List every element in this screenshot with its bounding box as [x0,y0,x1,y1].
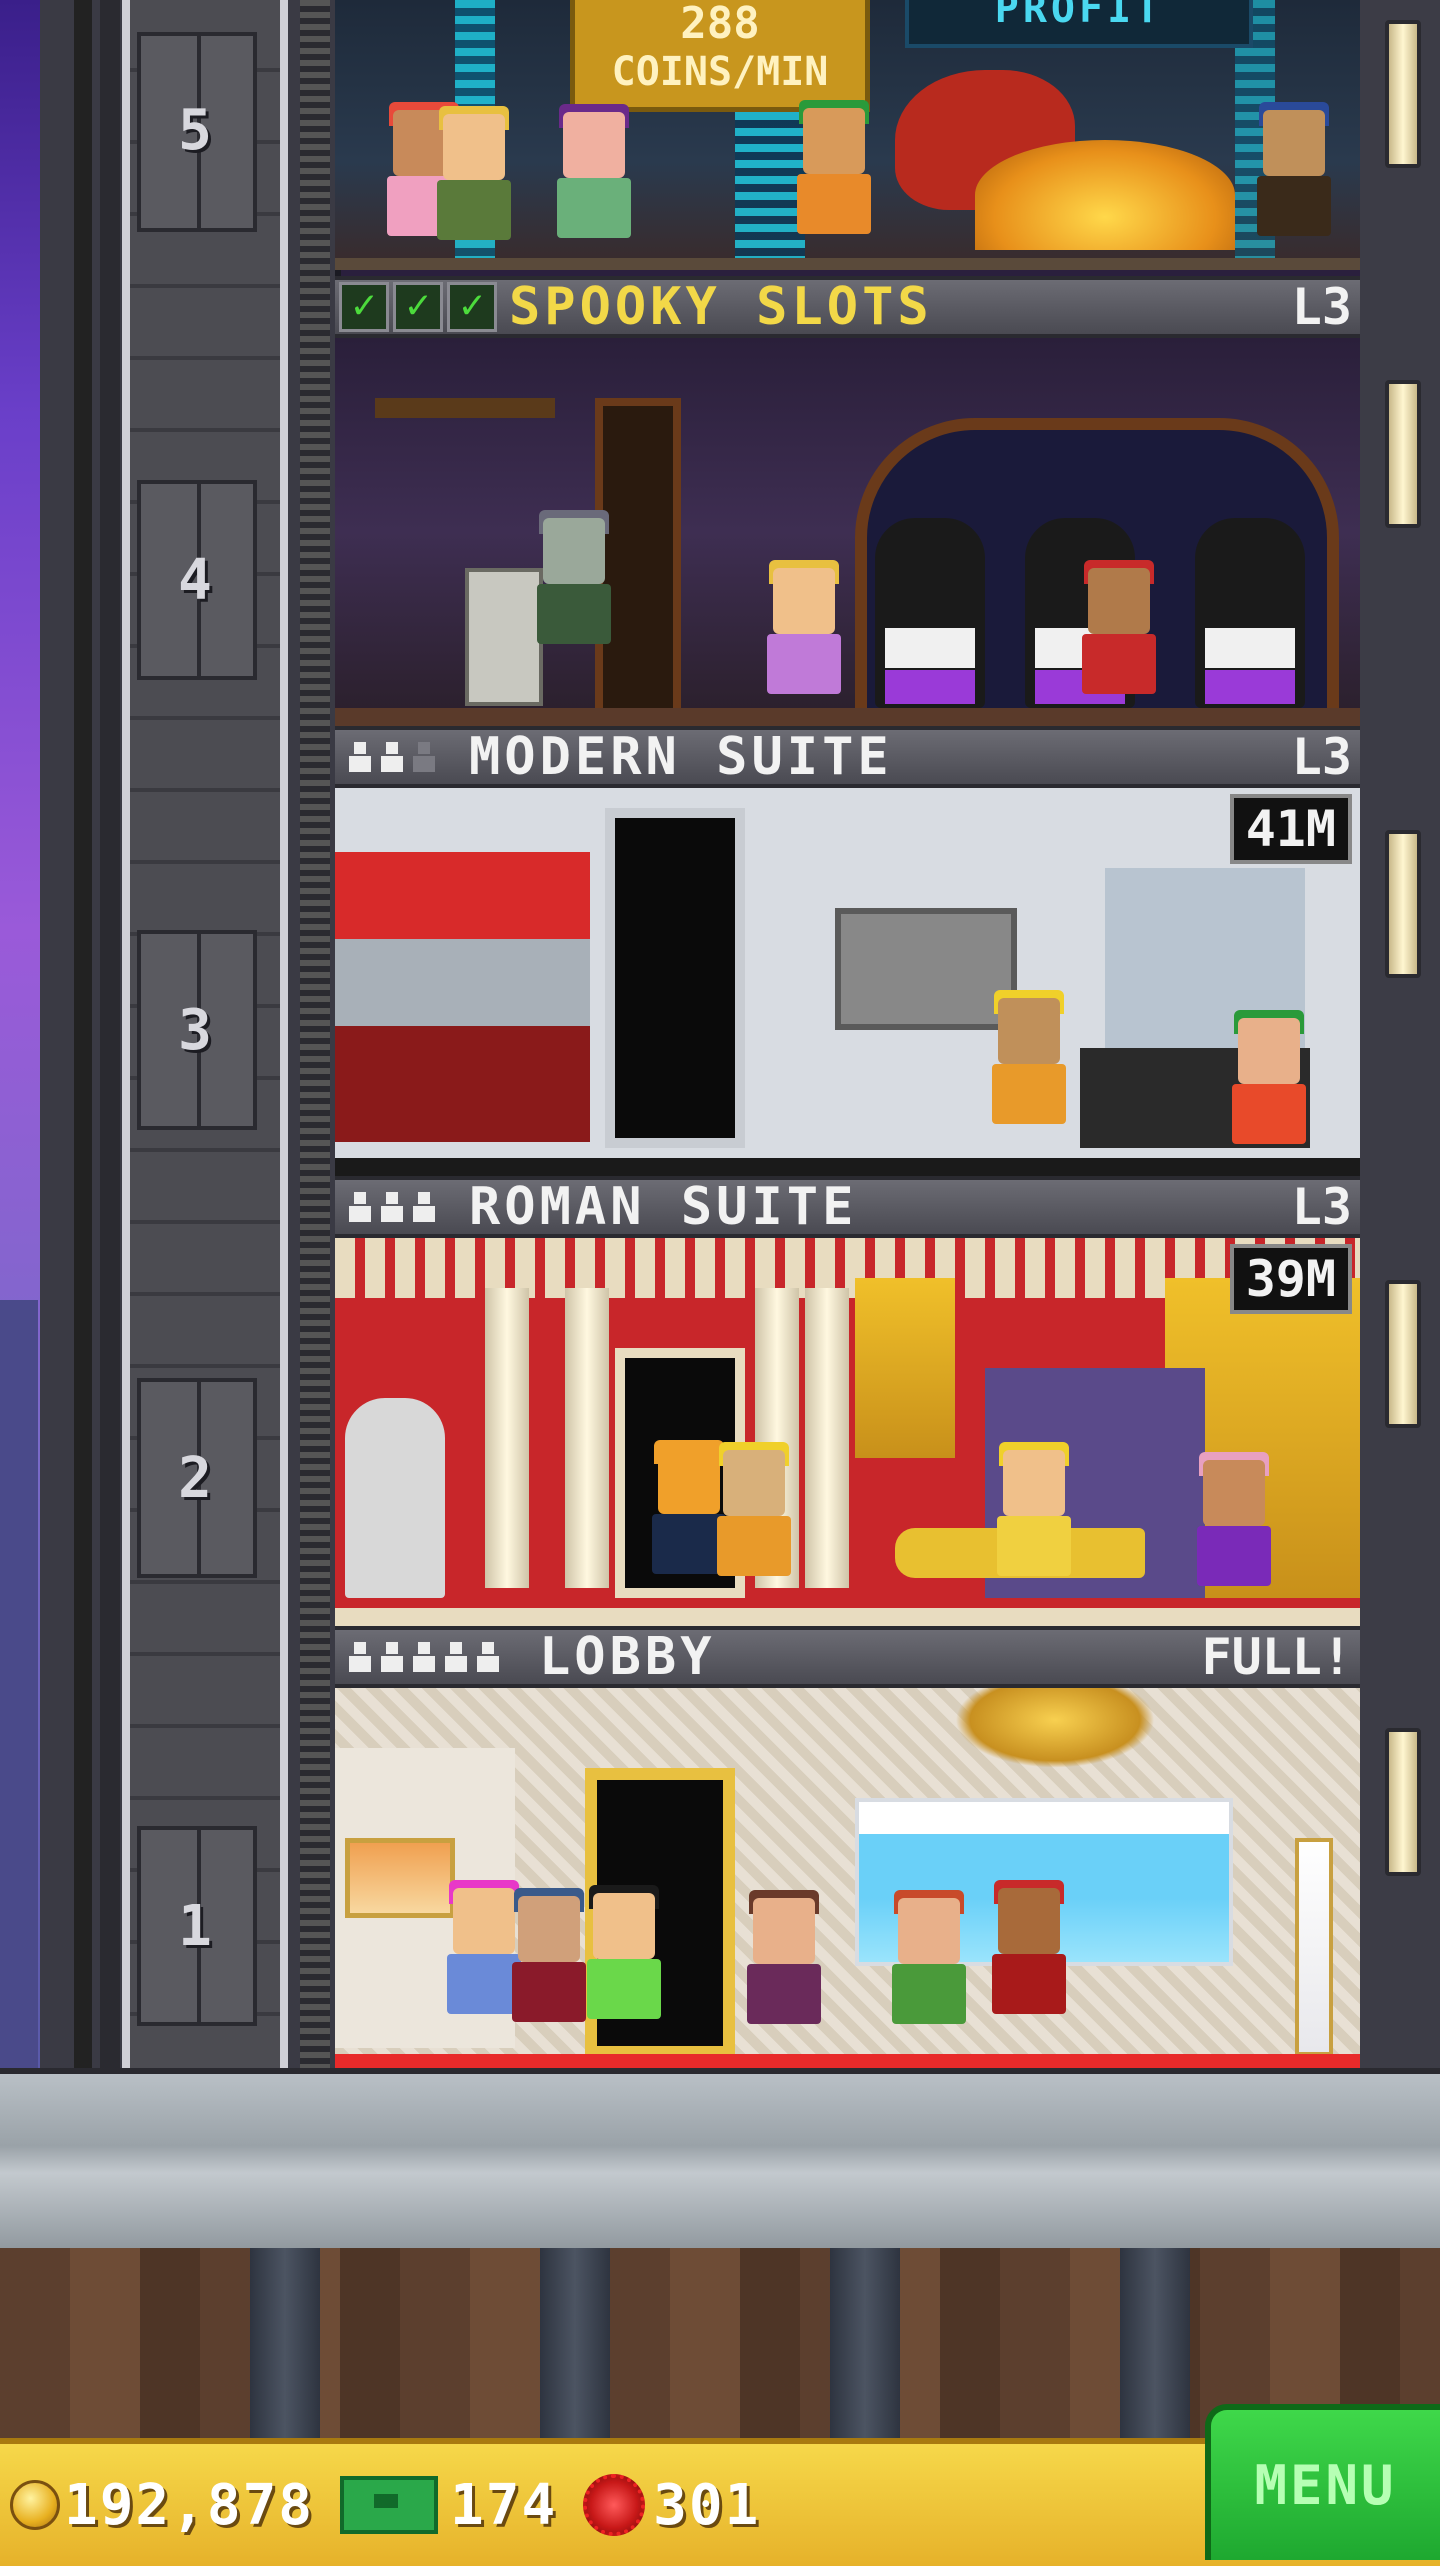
floor-status: FULL! [1201,1628,1352,1686]
coins-per-min-unit: COINS/MIN [611,49,829,95]
resident-icon [381,742,403,772]
profit-sign-text: PROFIT [994,0,1164,32]
profit-sign: PROFIT [905,0,1253,48]
wall-light [1385,380,1421,528]
rent-timer: 41M [1229,794,1352,864]
check-icon: ✓ [393,282,443,332]
wall-light [1385,20,1421,168]
wall-art [835,908,1017,1030]
resident-icon [381,1192,403,1222]
resident-icon [349,742,371,772]
coins-per-min-sign: 288 COINS/MIN [570,0,870,112]
slot-machine[interactable] [1195,518,1305,708]
floor-header-lobby[interactable]: LOBBY FULL! [335,1626,1360,1688]
floor-divider [335,1608,1360,1626]
resident-icon [445,1642,467,1672]
floor-5-room[interactable]: 288 COINS/MIN PROFIT [335,0,1360,270]
resident-icon [477,1642,499,1672]
floor-divider [335,258,1360,270]
resident-icon [349,1192,371,1222]
coins-per-min-value: 288 [680,0,760,49]
floor-lamp [1295,1838,1333,2056]
rent-timer: 39M [1229,1244,1352,1314]
support-pillar [1120,2248,1190,2438]
coin-icon [10,2480,60,2530]
red-wall-panel [335,852,590,1142]
resident-slots [349,1642,499,1672]
gems-value: 301 [653,2472,761,2538]
sunset-painting [345,1838,455,1918]
floor-number-1: 1 [178,1894,212,1959]
support-pillar [540,2248,610,2438]
gold-pile [975,140,1235,250]
floor-header-roman-suite[interactable]: ROMAN SUITE L3 [335,1176,1360,1238]
floor-4-room[interactable] [335,338,1360,726]
doorway[interactable] [595,398,681,726]
resident-slots [349,742,435,772]
floor-level: L3 [1291,728,1352,786]
floor-2-room[interactable]: 39M [335,1238,1360,1626]
wall-light [1385,1280,1421,1428]
column [485,1288,529,1588]
check-icon: ✓ [339,282,389,332]
lobby-carpet [335,2054,1360,2068]
floor-number-5: 5 [178,98,212,163]
gem-icon [583,2474,646,2536]
column [805,1288,849,1588]
floor-number-3: 3 [178,998,212,1063]
chandelier [955,1688,1155,1768]
atm-machine[interactable] [465,568,543,706]
doorway[interactable] [605,808,745,1148]
ground-slab [0,2068,1440,2254]
floor-divider [335,708,1360,726]
floor-3-room[interactable]: 41M [335,788,1360,1176]
elevator-rail-left [74,0,92,2068]
floor-title: ROMAN SUITE [469,1177,858,1237]
floor-divider [335,1158,1360,1176]
wall-light [1385,1728,1421,1876]
resident-icon [413,1642,435,1672]
floor-title: MODERN SUITE [469,727,893,787]
gold-curtain [855,1278,955,1458]
wall-light [1385,830,1421,978]
floor-number-4: 4 [178,548,212,613]
menu-button-label: MENU [1254,2453,1397,2517]
floor-level: L3 [1291,278,1352,336]
coins-value: 192,878 [64,2472,315,2538]
check-icon: ✓ [447,282,497,332]
resident-icon [381,1642,403,1672]
chandelier [375,398,555,418]
support-pillar [250,2248,320,2438]
floor-title: SPOOKY SLOTS [509,277,933,337]
statue [345,1398,445,1598]
slot-machine[interactable] [875,518,985,708]
column [565,1288,609,1588]
floor-header-modern-suite[interactable]: MODERN SUITE L3 [335,726,1360,788]
tower-bux-icon [340,2476,439,2534]
floor-number-2: 2 [178,1446,212,1511]
bux-value: 174 [450,2472,558,2538]
floor-1-room[interactable] [335,1688,1360,2068]
floor-level: L3 [1291,1178,1352,1236]
support-pillar [830,2248,900,2438]
floor-header-spooky-slots[interactable]: ✓ ✓ ✓ SPOOKY SLOTS L3 [335,276,1360,338]
resident-icon [413,742,435,772]
floor-title: LOBBY [539,1627,716,1687]
resident-icon [413,1192,435,1222]
elevator-rail-right [300,0,330,2068]
resident-icon [349,1642,371,1672]
menu-button[interactable]: MENU [1205,2404,1440,2560]
resident-slots [349,1192,435,1222]
shaft-gap [100,0,120,2068]
